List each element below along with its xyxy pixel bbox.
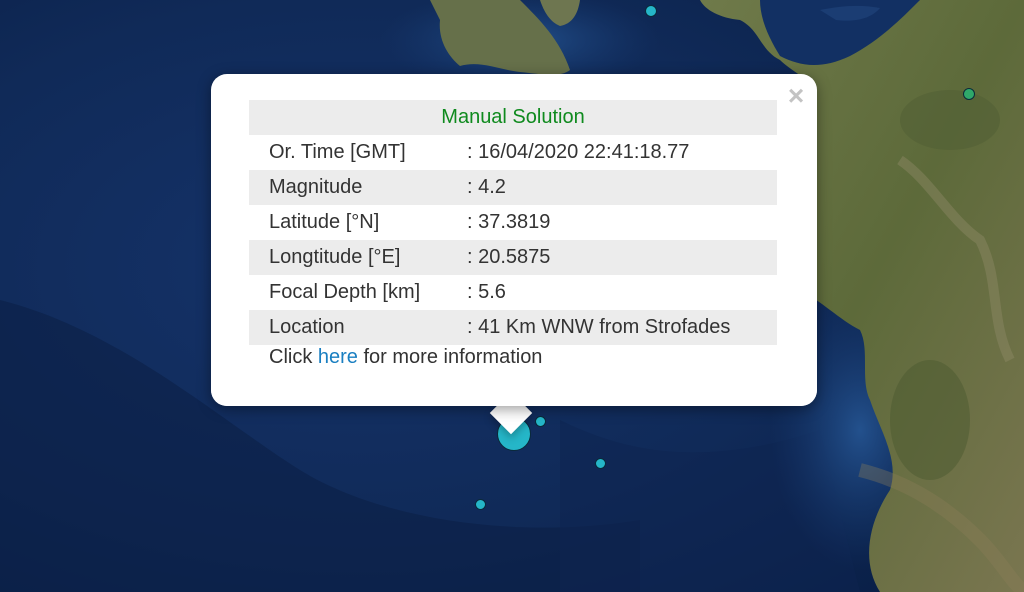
- info-label: Magnitude: [249, 170, 467, 205]
- info-label: Longtitude [°E]: [249, 240, 467, 275]
- earthquake-marker-icon[interactable]: [595, 458, 606, 469]
- info-row-latitude: Latitude [°N] : 37.3819: [249, 205, 777, 240]
- info-label: Latitude [°N]: [269, 211, 380, 233]
- map-view[interactable]: × Manual Solution Or. Time [GMT] : 16/04…: [0, 0, 1024, 592]
- info-value: : 5.6: [467, 281, 506, 303]
- more-info-text: Click here for more information: [269, 346, 542, 369]
- more-info-link[interactable]: here: [318, 346, 358, 368]
- info-label: Or. Time [GMT]: [269, 141, 406, 163]
- popup-title: Manual Solution: [249, 100, 777, 135]
- more-info-suffix: for more information: [357, 346, 543, 368]
- forest-patch-south: [890, 360, 970, 480]
- info-row-longitude: Longtitude [°E] : 20.5875: [249, 240, 777, 275]
- popup-title-row: Manual Solution: [249, 100, 777, 135]
- earthquake-marker-icon[interactable]: [535, 416, 546, 427]
- info-value: : 37.3819: [467, 211, 551, 233]
- info-value: : 41 Km WNW from Strofades: [467, 310, 777, 345]
- info-label: Focal Depth [km]: [269, 281, 421, 303]
- info-label: Location: [249, 310, 467, 345]
- forest-patch: [900, 90, 1000, 150]
- earthquake-marker-icon[interactable]: [645, 5, 657, 17]
- earthquake-info-table: Manual Solution Or. Time [GMT] : 16/04/2…: [249, 100, 777, 345]
- info-value: : 20.5875: [467, 240, 777, 275]
- info-value: : 16/04/2020 22:41:18.77: [467, 141, 690, 163]
- earthquake-marker-icon[interactable]: [963, 88, 975, 100]
- info-row-focal-depth: Focal Depth [km] : 5.6: [249, 275, 777, 310]
- info-row-origin-time: Or. Time [GMT] : 16/04/2020 22:41:18.77: [249, 135, 777, 170]
- info-value: : 4.2: [467, 170, 777, 205]
- info-row-magnitude: Magnitude : 4.2: [249, 170, 777, 205]
- close-icon[interactable]: ×: [782, 82, 810, 110]
- earthquake-marker-icon[interactable]: [475, 499, 486, 510]
- info-row-location: Location : 41 Km WNW from Strofades: [249, 310, 777, 345]
- more-info-prefix: Click: [269, 346, 318, 368]
